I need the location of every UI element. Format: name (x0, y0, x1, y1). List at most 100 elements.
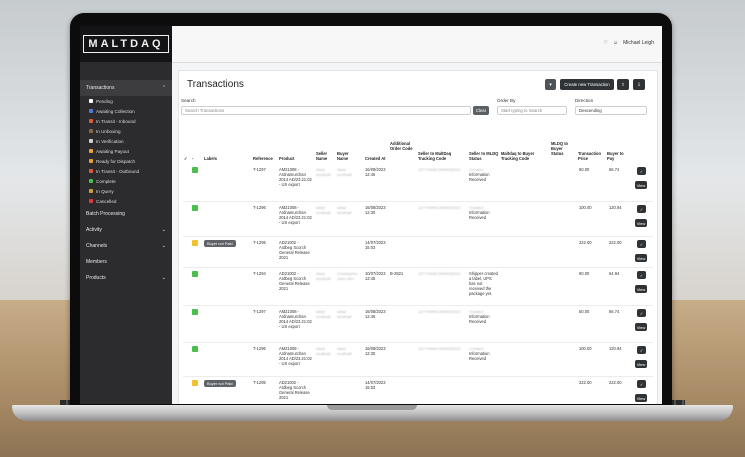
direction-value: Descending (579, 108, 602, 113)
filter-button[interactable]: ▼ (545, 79, 556, 90)
view-button[interactable]: View (635, 394, 647, 402)
seller-status-cell: Information Received (469, 351, 490, 361)
buyer-name-header: Buyer Name (337, 151, 349, 161)
seller-status-cell: Information Received (469, 314, 490, 324)
label-badge: Buyer not Paid (204, 380, 236, 387)
status-square[interactable] (192, 167, 198, 173)
seller-name-cell: Ideal scotfoall (316, 346, 331, 356)
download-button[interactable]: ⇩ (633, 79, 645, 90)
approve-button[interactable]: ✓ (637, 380, 646, 388)
create-transaction-button[interactable]: Create new Transaction (560, 79, 614, 90)
reference-cell: T-1297 (253, 167, 266, 172)
sidebar-subitem[interactable]: Pending (80, 96, 172, 106)
created-at-cell: 14/07/2023 15:03 (365, 240, 386, 250)
buyer-pay-cell: 64.94 (609, 271, 620, 276)
status-dot-icon (89, 149, 93, 153)
seller-tracking-cell: 1ZYYW4ECRIDEEEDO (418, 167, 461, 172)
reference-cell: T-1295 (253, 380, 266, 385)
order-by-input[interactable]: Start typing to Search (497, 106, 567, 115)
buyer-pay-cell: 120.94 (609, 205, 622, 210)
status-square[interactable] (192, 240, 198, 246)
sidebar-section[interactable]: Members (80, 254, 172, 270)
order-code-header: Additional Order Code (390, 141, 413, 151)
buyer-pay-cell: 66.74 (609, 309, 620, 314)
sidebar-section[interactable]: Activity ⌄ (80, 222, 172, 238)
view-button[interactable]: View (635, 181, 647, 189)
transactions-panel: Transactions ▼ Create new Transaction ⇧ … (178, 70, 658, 404)
sidebar-subitem[interactable]: In Query (80, 186, 172, 196)
created-at-cell: 16/08/2023 12:30 (365, 346, 386, 356)
approve-button[interactable]: ✓ (637, 205, 646, 213)
direction-select[interactable]: Descending (575, 106, 647, 115)
search-placeholder: Search Transactions (185, 108, 225, 113)
sidebar-subitem-label: Ready for Dispatch (96, 158, 136, 164)
view-button[interactable]: View (635, 219, 647, 227)
sidebar-item-label: Transactions (86, 85, 115, 91)
dash-header: - (192, 156, 194, 161)
status-square[interactable] (192, 271, 198, 277)
price-cell: 50.00 (579, 309, 590, 314)
buyer-pay-header: Buyer to Pay (607, 151, 624, 161)
approve-button[interactable]: ✓ (637, 240, 646, 248)
seller-name-cell: Ideal scotfoall (316, 167, 331, 177)
status-square[interactable] (192, 309, 198, 315)
product-cell: AD21002 - Ardbeg Scorch General Release … (279, 271, 310, 291)
buyer-status-header: MLDQ to Buyer Status (551, 141, 569, 156)
status-square[interactable] (192, 205, 198, 211)
product-cell: AM21008 - Ardnamurchan 2014 AD/23.21:02 … (279, 205, 312, 225)
approve-button[interactable]: ✓ (637, 167, 646, 175)
product-cell: AM21008 - Ardnamurchan 2014 AD/23.21:02 … (279, 309, 312, 329)
bell-icon[interactable]: ♡ (604, 40, 608, 46)
view-button[interactable]: View (635, 360, 647, 368)
sidebar-subitem[interactable]: Awaiting Collection (80, 106, 172, 116)
select-all-header[interactable]: ✓ (184, 156, 187, 161)
base-notch (327, 405, 417, 410)
sidebar-subitem[interactable]: In Unboxing (80, 126, 172, 136)
approve-button[interactable]: ✓ (637, 271, 646, 279)
approve-button[interactable]: ✓ (637, 346, 646, 354)
view-button[interactable]: View (635, 254, 647, 262)
reference-cell: T-1296 (253, 346, 266, 351)
upload-button[interactable]: ⇧ (617, 79, 629, 90)
sidebar-subitem[interactable]: In Verification (80, 136, 172, 146)
sidebar-section[interactable]: Channels ⌄ (80, 238, 172, 254)
product-cell: AD21002 - Ardbeg Scorch General Release … (279, 240, 310, 260)
status-dot-icon (89, 189, 93, 193)
sidebar-subitem[interactable]: In Transit - Inbound (80, 116, 172, 126)
sidebar-subitem[interactable]: Awaiting Payout (80, 146, 172, 156)
status-square[interactable] (192, 346, 198, 352)
sidebar-subitem[interactable]: Cancelled (80, 196, 172, 206)
order-by-placeholder: Start typing to Search (501, 108, 543, 113)
sidebar-section-label: Batch Processing (86, 211, 125, 217)
upload-icon: ⇧ (621, 81, 625, 87)
order-by-label: Order By (497, 98, 516, 103)
seller-status-header: Seller to MLDQ Status (469, 151, 499, 161)
row-divider (183, 342, 653, 343)
transactions-subnav: Pending Awaiting Collection In Transit - I… (80, 96, 172, 206)
brand-logo[interactable]: MALTDAQ (83, 35, 169, 53)
clear-button[interactable]: Clear (473, 106, 489, 115)
buyer-name-cell: Ideal scotfoall (337, 346, 352, 356)
approve-button[interactable]: ✓ (637, 309, 646, 317)
sidebar-item-transactions[interactable]: Transactions ⌃ (80, 80, 172, 96)
user-menu[interactable]: ♡ ☺ Michael Leigh (604, 40, 654, 46)
view-button[interactable]: View (635, 323, 647, 331)
seller-status-cell: Information Received (469, 172, 490, 182)
sidebar-subitem-label: Pending (96, 98, 113, 104)
sidebar-section[interactable]: Products ⌄ (80, 270, 172, 286)
status-dot-icon (89, 109, 93, 113)
price-cell: 60.00 (579, 271, 590, 276)
sidebar-subitem[interactable]: In Transit - Outbound (80, 166, 172, 176)
buyer-pay-cell: 222.00 (609, 380, 622, 385)
product-header: Product (279, 156, 295, 161)
search-input[interactable]: Search Transactions (181, 106, 471, 115)
sidebar-subitem[interactable]: Complete (80, 176, 172, 186)
view-button[interactable]: View (635, 285, 647, 293)
seller-name-cell: Ideal scotfoall (316, 205, 331, 215)
sidebar-section[interactable]: Batch Processing (80, 206, 172, 222)
sidebar-subitem-label: In Unboxing (96, 128, 121, 134)
status-square[interactable] (192, 380, 198, 386)
buyer-name-cell: Ideal scotfoall (337, 167, 352, 177)
sidebar-subitem[interactable]: Ready for Dispatch (80, 156, 172, 166)
reference-cell: T-1294 (253, 271, 266, 276)
